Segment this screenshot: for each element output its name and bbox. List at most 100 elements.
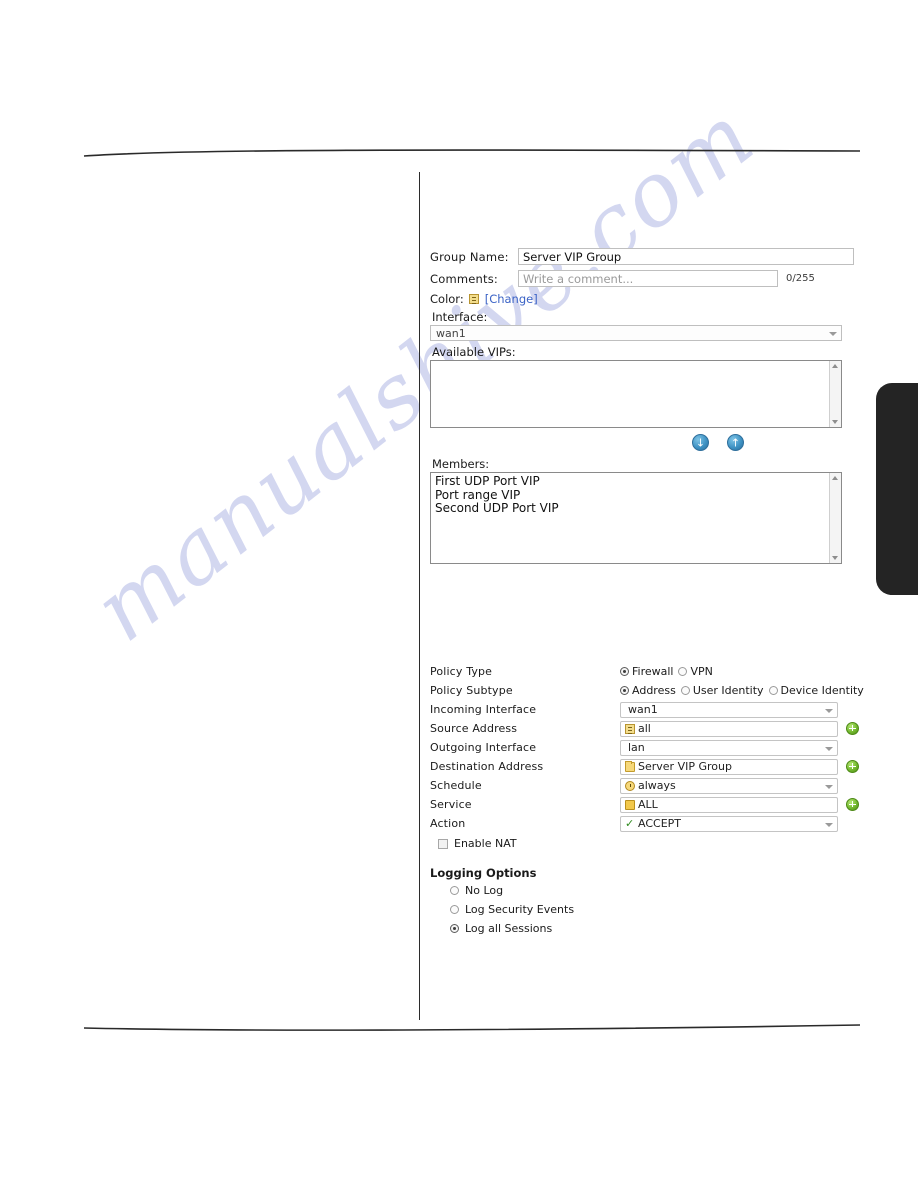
incoming-interface-value: wan1 xyxy=(628,703,658,716)
schedule-value: always xyxy=(638,779,676,792)
chevron-down-icon xyxy=(829,332,837,336)
logging-options-title: Logging Options xyxy=(430,866,537,880)
radio-log-all-sessions-indicator xyxy=(450,924,459,933)
chevron-down-icon xyxy=(825,708,833,713)
vip-group-form: Group Name: Server VIP Group Comments: W… xyxy=(430,248,860,564)
enable-nat-checkbox[interactable]: Enable NAT xyxy=(438,837,862,850)
chevron-down-icon xyxy=(825,822,833,827)
radio-device-identity-label: Device Identity xyxy=(780,684,864,697)
page-side-tab xyxy=(876,383,918,595)
page-edge-top xyxy=(83,149,861,157)
comments-input[interactable]: Write a comment... xyxy=(518,270,778,287)
add-service-button[interactable] xyxy=(846,797,859,811)
interface-label: Interface: xyxy=(432,310,488,324)
radio-log-security-events-label: Log Security Events xyxy=(465,903,575,916)
available-vips-label: Available VIPs: xyxy=(432,345,516,359)
comments-label: Comments: xyxy=(430,271,499,286)
radio-no-log[interactable]: No Log xyxy=(450,884,862,897)
scroll-up-icon[interactable] xyxy=(832,476,838,480)
members-label: Members: xyxy=(432,457,490,471)
move-down-button[interactable]: ↓ xyxy=(692,434,709,451)
column-divider xyxy=(419,172,420,1020)
incoming-interface-label: Incoming Interface xyxy=(430,703,537,716)
clock-icon xyxy=(625,780,635,791)
radio-vpn[interactable]: VPN xyxy=(678,665,713,678)
address-list-icon xyxy=(625,723,635,734)
schedule-row: Schedule always xyxy=(430,776,862,795)
schedule-label: Schedule xyxy=(430,779,482,792)
destination-address-value: Server VIP Group xyxy=(638,760,732,773)
comments-char-counter: 0/255 xyxy=(786,273,815,284)
radio-address-label: Address xyxy=(632,684,676,697)
scanned-page: manualshive.com Group Name: Server VIP G… xyxy=(0,0,918,1188)
outgoing-interface-select[interactable]: lan xyxy=(620,739,838,756)
service-label: Service xyxy=(430,798,472,811)
services-folder-icon xyxy=(625,799,635,810)
radio-log-all-sessions-label: Log all Sessions xyxy=(465,922,553,935)
members-listbox[interactable]: First UDP Port VIP Port range VIP Second… xyxy=(430,472,842,564)
policy-type-label: Policy Type xyxy=(430,665,493,678)
arrow-up-icon: ↑ xyxy=(730,436,741,449)
service-input[interactable]: ALL xyxy=(620,796,838,813)
group-name-row: Group Name: Server VIP Group xyxy=(430,248,860,265)
group-name-input[interactable]: Server VIP Group xyxy=(518,248,854,265)
incoming-interface-select[interactable]: wan1 xyxy=(620,701,838,718)
radio-log-security-events[interactable]: Log Security Events xyxy=(450,903,862,916)
interface-select[interactable]: wan1 xyxy=(430,325,842,341)
enable-nat-label: Enable NAT xyxy=(454,837,517,850)
radio-firewall-label: Firewall xyxy=(632,665,674,678)
green-check-icon: ✓ xyxy=(625,816,635,830)
radio-log-all-sessions[interactable]: Log all Sessions xyxy=(450,922,862,935)
radio-device-identity[interactable]: Device Identity xyxy=(768,684,864,697)
radio-firewall[interactable]: Firewall xyxy=(620,665,673,678)
incoming-interface-row: Incoming Interface wan1 xyxy=(430,700,862,719)
members-scrollbar[interactable] xyxy=(829,473,841,563)
policy-subtype-label: Policy Subtype xyxy=(430,684,513,697)
add-destination-address-button[interactable] xyxy=(846,759,859,773)
outgoing-interface-row: Outgoing Interface lan xyxy=(430,738,862,757)
outgoing-interface-value: lan xyxy=(628,741,645,754)
action-label: Action xyxy=(430,817,466,830)
radio-log-security-events-indicator xyxy=(450,905,459,914)
color-label: Color: xyxy=(430,292,464,306)
available-vips-scrollbar[interactable] xyxy=(829,361,841,427)
scroll-up-icon[interactable] xyxy=(832,364,838,368)
comments-row: Comments: Write a comment... 0/255 xyxy=(430,270,860,287)
folder-icon xyxy=(625,760,635,772)
chevron-down-icon xyxy=(825,746,833,751)
source-address-row: Source Address all xyxy=(430,719,862,738)
scroll-down-icon[interactable] xyxy=(832,420,838,424)
group-name-label: Group Name: xyxy=(430,249,509,264)
radio-user-identity[interactable]: User Identity xyxy=(680,684,764,697)
action-select[interactable]: ✓ ACCEPT xyxy=(620,815,838,832)
action-row: Action ✓ ACCEPT xyxy=(430,814,862,833)
source-address-value: all xyxy=(638,722,651,735)
source-address-label: Source Address xyxy=(430,722,518,735)
policy-subtype-row: Policy Subtype Address User Identity Dev… xyxy=(430,681,864,700)
destination-address-input[interactable]: Server VIP Group xyxy=(620,758,838,775)
radio-device-identity-indicator xyxy=(768,686,778,695)
policy-form: Policy Type Firewall VPN Policy Subtype … xyxy=(430,662,864,941)
scroll-down-icon[interactable] xyxy=(832,556,838,560)
outgoing-interface-label: Outgoing Interface xyxy=(430,741,537,754)
available-vips-listbox[interactable] xyxy=(430,360,842,428)
list-item[interactable]: Second UDP Port VIP xyxy=(435,501,837,516)
add-source-address-button[interactable] xyxy=(846,721,859,735)
radio-vpn-label: VPN xyxy=(690,665,713,678)
radio-no-log-indicator xyxy=(450,886,459,895)
radio-firewall-indicator xyxy=(620,667,629,676)
change-color-link[interactable]: [Change] xyxy=(485,292,538,306)
schedule-select[interactable]: always xyxy=(620,777,838,794)
policy-type-radio-group: Firewall VPN xyxy=(620,665,713,678)
color-row: Color: [Change] xyxy=(430,292,860,306)
enable-nat-checkbox-indicator xyxy=(438,838,448,849)
move-up-button[interactable]: ↑ xyxy=(727,434,744,451)
interface-value: wan1 xyxy=(436,327,466,340)
list-item[interactable]: First UDP Port VIP xyxy=(435,474,837,489)
radio-user-identity-indicator xyxy=(680,686,690,695)
radio-address[interactable]: Address xyxy=(620,684,676,697)
list-item[interactable]: Port range VIP xyxy=(435,488,837,503)
destination-address-row: Destination Address Server VIP Group xyxy=(430,757,862,776)
color-swatch-icon[interactable] xyxy=(468,294,479,304)
source-address-input[interactable]: all xyxy=(620,720,838,737)
